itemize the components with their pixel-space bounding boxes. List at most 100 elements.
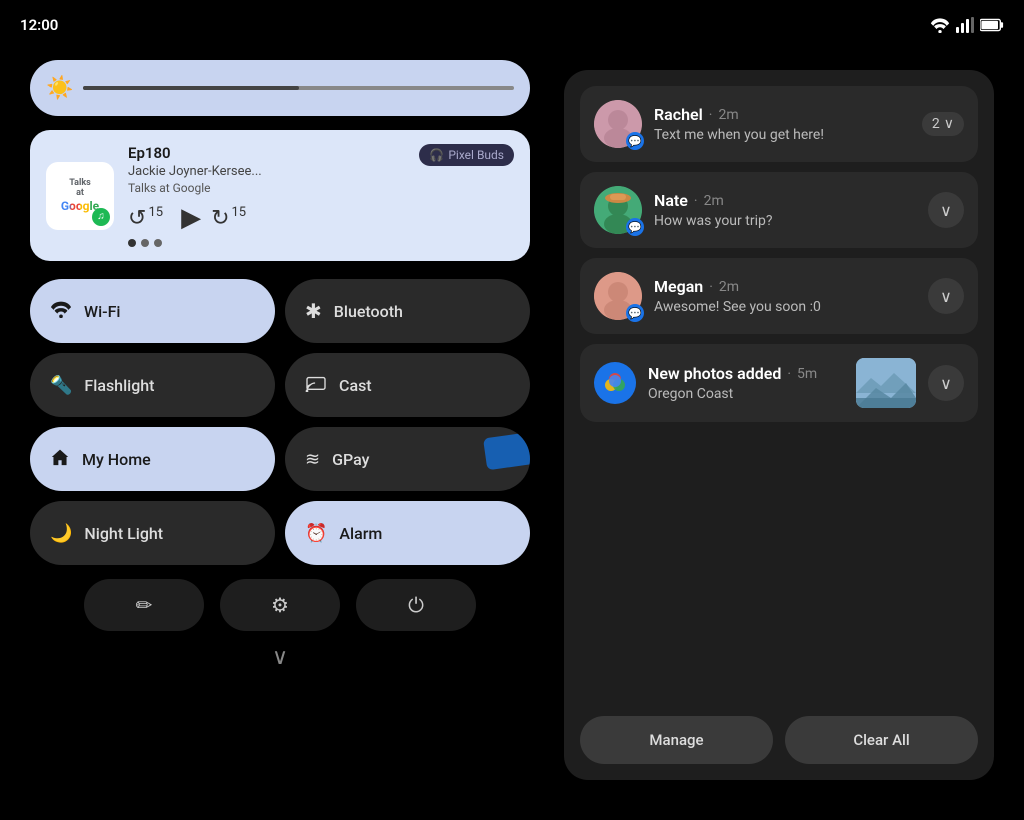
alarm-toggle-icon: ⏰ — [305, 523, 327, 544]
dot-1 — [128, 239, 136, 247]
gpay-toggle-icon: ≋ — [305, 449, 320, 470]
rachel-expand-chevron: ∨ — [944, 116, 954, 132]
bluetooth-toggle-icon: ✱ — [305, 299, 322, 323]
wifi-toggle[interactable]: Wi-Fi — [30, 279, 275, 343]
photos-row: New photos added · 5m Oregon Coast ∨ — [594, 358, 964, 408]
wifi-icon — [930, 17, 950, 33]
nate-name: Nate — [654, 191, 688, 210]
status-icons — [930, 17, 1004, 33]
rachel-time: 2m — [718, 107, 738, 123]
rachel-content: Rachel · 2m Text me when you get here! — [654, 105, 910, 143]
nate-expand-button[interactable]: ∨ — [928, 192, 964, 228]
battery-icon — [980, 18, 1004, 32]
gpay-toggle[interactable]: ≋ GPay — [285, 427, 530, 491]
pixel-buds-badge: 🎧 Pixel Buds — [419, 144, 514, 166]
brightness-fill — [83, 86, 298, 90]
rachel-name: Rachel — [654, 105, 703, 124]
alarm-toggle[interactable]: ⏰ Alarm — [285, 501, 530, 565]
megan-avatar: 💬 — [594, 272, 642, 320]
flashlight-toggle[interactable]: 🔦 Flashlight — [30, 353, 275, 417]
dot-3 — [154, 239, 162, 247]
power-button[interactable]: ⏻ — [356, 579, 476, 631]
notification-nate: 💬 Nate · 2m How was your trip? ∨ — [580, 172, 978, 248]
myhome-toggle-icon — [50, 447, 70, 471]
manage-button[interactable]: Manage — [580, 716, 773, 764]
megan-time: 2m — [719, 279, 739, 295]
play-icon[interactable]: ▶ — [181, 203, 201, 233]
nate-message: How was your trip? — [654, 213, 916, 229]
spotify-badge: ♫ — [92, 208, 110, 226]
megan-expand-button[interactable]: ∨ — [928, 278, 964, 314]
quick-toggles-grid: Wi-Fi ✱ Bluetooth 🔦 Flashlight Cast — [30, 279, 530, 565]
alarm-toggle-label: Alarm — [339, 524, 382, 543]
media-title: Ep180 — [128, 144, 262, 162]
photos-thumbnail — [856, 358, 916, 408]
brightness-icon: ☀️ — [46, 76, 73, 101]
brightness-track[interactable] — [83, 86, 514, 90]
pixel-buds-label: Pixel Buds — [448, 148, 504, 162]
notifications-actions: Manage Clear All — [580, 712, 978, 764]
photos-content: New photos added · 5m Oregon Coast — [648, 364, 844, 402]
pixel-buds-icon: 🎧 — [429, 148, 444, 162]
status-time: 12:00 — [20, 16, 58, 34]
photos-expand-button[interactable]: ∨ — [928, 365, 964, 401]
media-controls: ↺ 15 ▶ ↻ 15 — [128, 203, 514, 233]
rewind-icon[interactable]: ↺ — [128, 206, 146, 231]
status-bar: 12:00 — [20, 16, 1004, 34]
clear-all-label: Clear All — [853, 731, 909, 749]
nate-content: Nate · 2m How was your trip? — [654, 191, 916, 229]
photos-message: Oregon Coast — [648, 386, 844, 402]
settings-button[interactable]: ⚙ — [220, 579, 340, 631]
notification-megan: 💬 Megan · 2m Awesome! See you soon :0 ∨ — [580, 258, 978, 334]
myhome-toggle-label: My Home — [82, 450, 151, 469]
bluetooth-toggle[interactable]: ✱ Bluetooth — [285, 279, 530, 343]
rachel-count-badge[interactable]: 2 ∨ — [922, 112, 964, 136]
flashlight-toggle-icon: 🔦 — [50, 375, 72, 396]
edit-icon: ✏ — [136, 593, 153, 617]
media-info: Ep180 Jackie Joyner-Kersee... Talks at G… — [128, 144, 514, 247]
cast-toggle-icon — [305, 373, 327, 397]
media-subtitle: Jackie Joyner-Kersee... — [128, 164, 262, 179]
wifi-toggle-label: Wi-Fi — [84, 302, 121, 321]
nightlight-toggle[interactable]: 🌙 Night Light — [30, 501, 275, 565]
forward-icon[interactable]: ↻ — [211, 206, 229, 231]
brightness-bar[interactable]: ☀️ — [30, 60, 530, 116]
photos-left: New photos added · 5m Oregon Coast — [594, 362, 844, 404]
nightlight-toggle-icon: 🌙 — [50, 523, 72, 544]
rachel-count: 2 — [932, 116, 940, 132]
bluetooth-toggle-label: Bluetooth — [334, 302, 403, 321]
message-badge-rachel: 💬 — [626, 132, 644, 150]
message-badge-megan: 💬 — [626, 304, 644, 322]
rachel-avatar: 💬 — [594, 100, 642, 148]
clear-all-button[interactable]: Clear All — [785, 716, 978, 764]
media-source: Talks at Google — [128, 181, 262, 195]
photos-name: New photos added — [648, 364, 781, 383]
left-panel: ☀️ Talks at Google ♫ Ep180 Jackie Joyner… — [30, 60, 530, 780]
megan-message: Awesome! See you soon :0 — [654, 299, 916, 315]
chevron-down-icon[interactable]: ∨ — [30, 645, 530, 670]
wifi-toggle-icon — [50, 299, 72, 323]
album-line2: at — [76, 188, 84, 199]
gpay-toggle-label: GPay — [332, 450, 369, 469]
megan-name: Megan — [654, 277, 703, 296]
cast-toggle[interactable]: Cast — [285, 353, 530, 417]
flashlight-toggle-label: Flashlight — [84, 376, 154, 395]
album-art: Talks at Google ♫ — [46, 162, 114, 230]
gear-icon: ⚙ — [271, 593, 289, 617]
nate-avatar: 💬 — [594, 186, 642, 234]
megan-content: Megan · 2m Awesome! See you soon :0 — [654, 277, 916, 315]
gpay-card-preview — [483, 432, 530, 471]
rachel-message: Text me when you get here! — [654, 127, 910, 143]
photos-avatar — [594, 362, 636, 404]
photos-time: 5m — [797, 366, 817, 382]
power-icon: ⏻ — [408, 593, 424, 617]
bottom-actions: ✏ ⚙ ⏻ — [30, 579, 530, 631]
edit-button[interactable]: ✏ — [84, 579, 204, 631]
manage-label: Manage — [649, 731, 703, 749]
myhome-toggle[interactable]: My Home — [30, 427, 275, 491]
album-line1: Talks — [69, 178, 91, 189]
notifications-panel: 💬 Rachel · 2m Text me when you get here!… — [564, 70, 994, 780]
nate-time: 2m — [704, 193, 724, 209]
notification-rachel: 💬 Rachel · 2m Text me when you get here!… — [580, 86, 978, 162]
nightlight-toggle-label: Night Light — [84, 524, 163, 543]
